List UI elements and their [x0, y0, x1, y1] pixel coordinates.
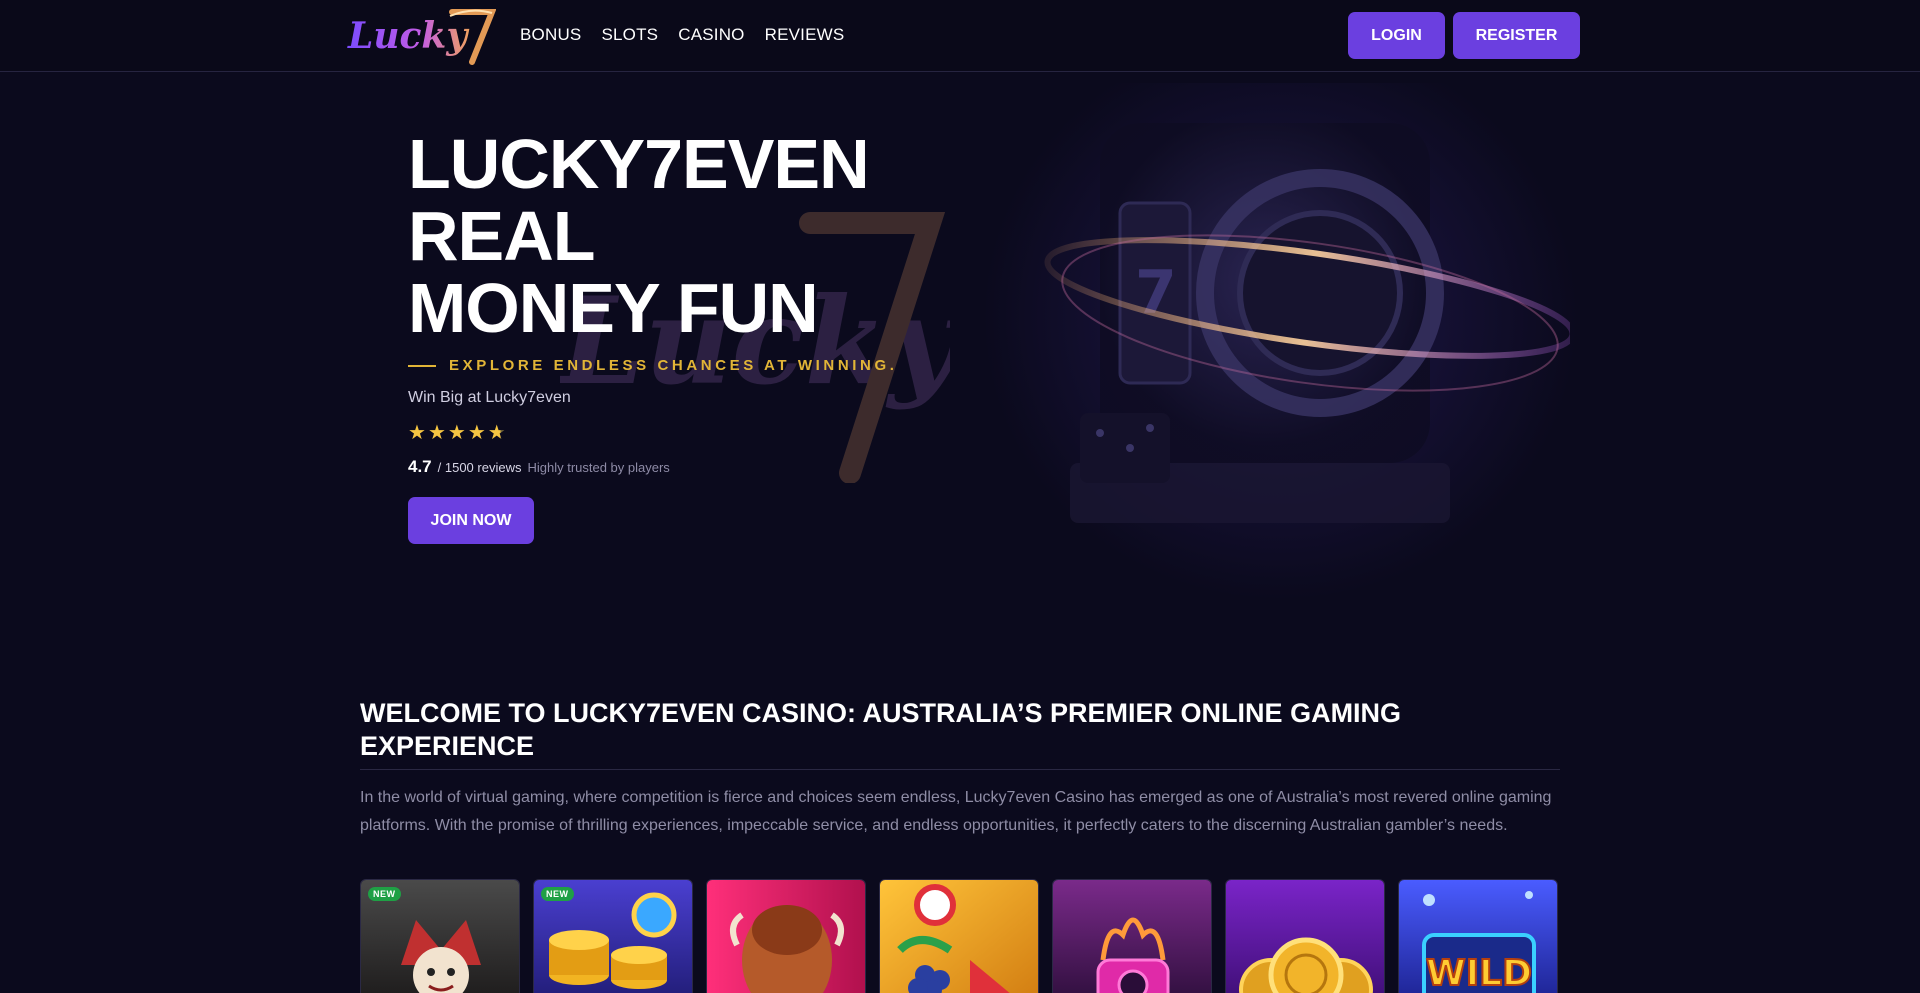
nav-slots[interactable]: SLOTS — [601, 25, 658, 45]
nav-reviews[interactable]: REVIEWS — [765, 25, 845, 45]
slot-machine-illustration: 7 — [1044, 123, 1570, 523]
rating-trust: Highly trusted by players — [527, 460, 670, 475]
star-icon: ★ — [408, 422, 426, 444]
welcome-divider — [360, 769, 1560, 770]
star-half-icon: ★ — [487, 422, 506, 444]
tagline-accent-line — [408, 364, 436, 367]
rating-stars: ★ ★ ★ ★ ★ — [408, 422, 506, 444]
hero-title-line: MONEY FUN — [408, 269, 819, 347]
game-card-jester[interactable]: NEW — [360, 879, 520, 993]
join-now-button[interactable]: JOIN NOW — [408, 497, 534, 544]
login-button[interactable]: LOGIN — [1348, 12, 1445, 59]
game-card-neon-skull[interactable] — [1052, 879, 1212, 993]
tagline-text: EXPLORE ENDLESS CHANCES AT WINNING. — [449, 357, 898, 374]
game-card-wild[interactable]: WILD — [1398, 879, 1558, 993]
svg-text:WILD: WILD — [1426, 953, 1532, 993]
hero-subtitle: Win Big at Lucky7even — [408, 389, 571, 406]
game-card-buffalo[interactable] — [706, 879, 866, 993]
game-card-fruits[interactable] — [879, 879, 1039, 993]
games-row: NEW NEW WILD — [360, 879, 1558, 993]
rating-summary: 4.7 / 1500 reviews Highly trusted by pla… — [408, 457, 670, 477]
svg-text:Lucky: Lucky — [347, 15, 469, 57]
hero-section: Lucky 7 LUCKY7EVEN REAL MONEY FUN EXPLOR… — [0, 73, 1920, 633]
rating-score: 4.7 — [408, 457, 432, 476]
star-icon: ★ — [447, 422, 466, 444]
lucky7-logo[interactable]: Lucky — [346, 4, 496, 66]
game-card-gold-coins[interactable]: NEW — [533, 879, 693, 993]
new-badge: NEW — [368, 887, 401, 901]
star-icon: ★ — [427, 422, 446, 444]
main-nav: BONUS SLOTS CASINO REVIEWS — [520, 0, 844, 70]
rating-count: / 1500 reviews — [437, 460, 522, 475]
welcome-title: WELCOME TO LUCKY7EVEN CASINO: AUSTRALIA’… — [360, 698, 1402, 761]
register-button[interactable]: REGISTER — [1453, 12, 1580, 59]
site-header: Lucky BONUS SLOTS CASINO REVIEWS LOGIN R… — [0, 0, 1920, 72]
game-card-gold-coins-purple[interactable] — [1225, 879, 1385, 993]
nav-casino[interactable]: CASINO — [678, 25, 744, 45]
hero-title-line: LUCKY7EVEN — [408, 125, 870, 203]
hero-title: LUCKY7EVEN REAL MONEY FUN — [408, 128, 968, 344]
hero-title-line: REAL — [408, 197, 596, 275]
nav-bonus[interactable]: BONUS — [520, 25, 581, 45]
star-icon: ★ — [467, 422, 486, 444]
welcome-text: In the world of virtual gaming, where co… — [360, 789, 1552, 834]
new-badge: NEW — [541, 887, 574, 901]
hero-tagline: EXPLORE ENDLESS CHANCES AT WINNING. — [408, 357, 898, 374]
